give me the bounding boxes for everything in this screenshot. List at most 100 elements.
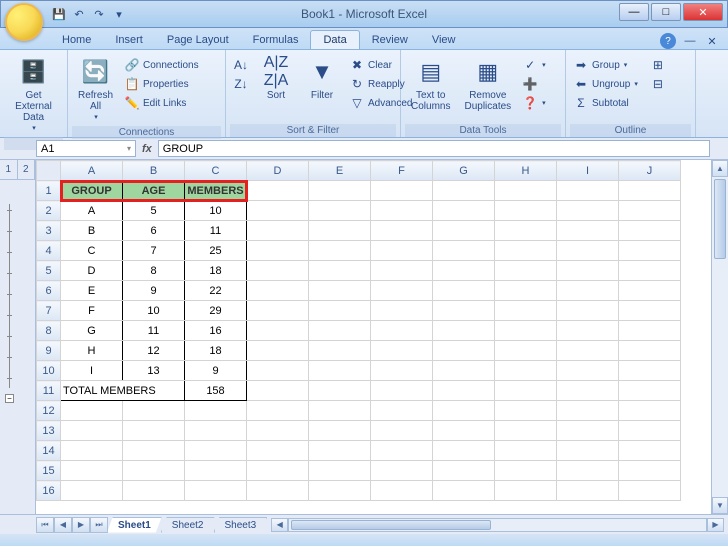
row-header[interactable]: 4 bbox=[37, 241, 61, 261]
row-header[interactable]: 8 bbox=[37, 321, 61, 341]
data-validation-button[interactable]: ✓▾ bbox=[519, 56, 549, 74]
sort-desc-button[interactable]: Z↓ bbox=[230, 75, 252, 93]
redo-icon[interactable]: ↷ bbox=[91, 6, 107, 22]
cell[interactable]: 11 bbox=[123, 321, 185, 341]
cell[interactable]: 5 bbox=[123, 201, 185, 221]
row-header[interactable]: 11 bbox=[37, 381, 61, 401]
col-header[interactable]: H bbox=[495, 161, 557, 181]
get-external-data-button[interactable]: 🗄️ Get External Data ▾ bbox=[4, 52, 63, 137]
scroll-right-button[interactable]: ▶ bbox=[707, 518, 724, 532]
select-all-corner[interactable] bbox=[37, 161, 61, 181]
refresh-all-button[interactable]: 🔄 Refresh All ▾ bbox=[72, 52, 119, 126]
vertical-scrollbar[interactable]: ▲ ▼ bbox=[711, 160, 728, 514]
row-header[interactable]: 3 bbox=[37, 221, 61, 241]
next-sheet-button[interactable]: ▶ bbox=[72, 517, 90, 533]
cell[interactable]: G bbox=[61, 321, 123, 341]
cell[interactable]: A bbox=[61, 201, 123, 221]
cell[interactable]: 6 bbox=[123, 221, 185, 241]
cell[interactable]: TOTAL MEMBERS bbox=[61, 381, 185, 401]
col-header[interactable]: G bbox=[433, 161, 495, 181]
horizontal-scrollbar[interactable]: ◀ ▶ bbox=[271, 518, 724, 532]
subtotal-button[interactable]: ΣSubtotal bbox=[570, 94, 641, 112]
scroll-thumb[interactable] bbox=[714, 179, 726, 259]
cell[interactable]: F bbox=[61, 301, 123, 321]
cell[interactable]: 9 bbox=[185, 361, 247, 381]
row-header[interactable]: 15 bbox=[37, 461, 61, 481]
tab-review[interactable]: Review bbox=[360, 31, 420, 49]
remove-duplicates-button[interactable]: ▦ Remove Duplicates bbox=[458, 52, 517, 116]
cell[interactable]: 18 bbox=[185, 261, 247, 281]
outline-level-1[interactable]: 1 bbox=[0, 160, 18, 179]
row-header[interactable]: 2 bbox=[37, 201, 61, 221]
row-header[interactable]: 9 bbox=[37, 341, 61, 361]
row-header[interactable]: 16 bbox=[37, 481, 61, 501]
outline-level-2[interactable]: 2 bbox=[18, 160, 36, 179]
formula-bar[interactable]: GROUP bbox=[158, 140, 710, 157]
undo-icon[interactable]: ↶ bbox=[71, 6, 87, 22]
qat-dropdown-icon[interactable]: ▾ bbox=[111, 6, 127, 22]
first-sheet-button[interactable]: ⏮ bbox=[36, 517, 54, 533]
row-header[interactable]: 6 bbox=[37, 281, 61, 301]
sort-button[interactable]: A|ZZ|A Sort bbox=[254, 52, 298, 105]
outline-collapse-button[interactable]: − bbox=[5, 394, 14, 403]
cell[interactable]: 11 bbox=[185, 221, 247, 241]
filter-button[interactable]: ▼ Filter bbox=[300, 52, 344, 105]
cell[interactable]: 10 bbox=[185, 201, 247, 221]
prev-sheet-button[interactable]: ◀ bbox=[54, 517, 72, 533]
row-header[interactable]: 10 bbox=[37, 361, 61, 381]
cell[interactable]: GROUP bbox=[61, 181, 123, 201]
close-workbook-icon[interactable]: ✕ bbox=[704, 33, 720, 49]
col-header[interactable]: I bbox=[557, 161, 619, 181]
cell[interactable]: 10 bbox=[123, 301, 185, 321]
cell[interactable]: E bbox=[61, 281, 123, 301]
sheet-tab-2[interactable]: Sheet2 bbox=[161, 517, 215, 533]
row-header[interactable]: 1 bbox=[37, 181, 61, 201]
cell[interactable]: D bbox=[61, 261, 123, 281]
tab-page-layout[interactable]: Page Layout bbox=[155, 31, 241, 49]
row-header[interactable]: 14 bbox=[37, 441, 61, 461]
cell[interactable]: AGE bbox=[123, 181, 185, 201]
show-detail-button[interactable]: ⊞ bbox=[647, 56, 669, 74]
cell[interactable]: H bbox=[61, 341, 123, 361]
text-to-columns-button[interactable]: ▤ Text to Columns bbox=[405, 52, 456, 116]
cell[interactable]: B bbox=[61, 221, 123, 241]
ungroup-button[interactable]: ⬅Ungroup▾ bbox=[570, 75, 641, 93]
cell[interactable]: 25 bbox=[185, 241, 247, 261]
consolidate-button[interactable]: ➕ bbox=[519, 75, 549, 93]
cell[interactable]: 9 bbox=[123, 281, 185, 301]
office-button[interactable] bbox=[5, 3, 43, 41]
cell[interactable]: 158 bbox=[185, 381, 247, 401]
edit-links-button[interactable]: ✏️Edit Links bbox=[121, 94, 202, 112]
last-sheet-button[interactable]: ⏭ bbox=[90, 517, 108, 533]
properties-button[interactable]: 📋Properties bbox=[121, 75, 202, 93]
help-icon[interactable]: ? bbox=[660, 33, 676, 49]
scroll-left-button[interactable]: ◀ bbox=[271, 518, 288, 532]
col-header[interactable]: E bbox=[309, 161, 371, 181]
cell[interactable]: C bbox=[61, 241, 123, 261]
save-icon[interactable]: 💾 bbox=[51, 6, 67, 22]
tab-insert[interactable]: Insert bbox=[103, 31, 155, 49]
cell[interactable]: 13 bbox=[123, 361, 185, 381]
tab-data[interactable]: Data bbox=[310, 30, 359, 49]
group-button[interactable]: ➡Group▾ bbox=[570, 56, 641, 74]
tab-view[interactable]: View bbox=[420, 31, 468, 49]
col-header[interactable]: D bbox=[247, 161, 309, 181]
sort-asc-button[interactable]: A↓ bbox=[230, 56, 252, 74]
cell[interactable]: 7 bbox=[123, 241, 185, 261]
row-header[interactable]: 13 bbox=[37, 421, 61, 441]
col-header[interactable]: F bbox=[371, 161, 433, 181]
row-header[interactable]: 7 bbox=[37, 301, 61, 321]
row-header[interactable]: 12 bbox=[37, 401, 61, 421]
spreadsheet-grid[interactable]: A B C D E F G H I J 1 GROUP AGE MEMBERS … bbox=[36, 160, 681, 501]
cell[interactable]: 22 bbox=[185, 281, 247, 301]
cell[interactable]: 16 bbox=[185, 321, 247, 341]
close-button[interactable]: ✕ bbox=[683, 3, 723, 21]
name-box[interactable]: A1▾ bbox=[36, 140, 136, 157]
hide-detail-button[interactable]: ⊟ bbox=[647, 75, 669, 93]
sheet-tab-1[interactable]: Sheet1 bbox=[107, 517, 162, 533]
col-header[interactable]: C bbox=[185, 161, 247, 181]
minimize-ribbon-icon[interactable]: — bbox=[682, 33, 698, 49]
maximize-button[interactable]: □ bbox=[651, 3, 681, 21]
cell[interactable]: 12 bbox=[123, 341, 185, 361]
cell[interactable]: 29 bbox=[185, 301, 247, 321]
